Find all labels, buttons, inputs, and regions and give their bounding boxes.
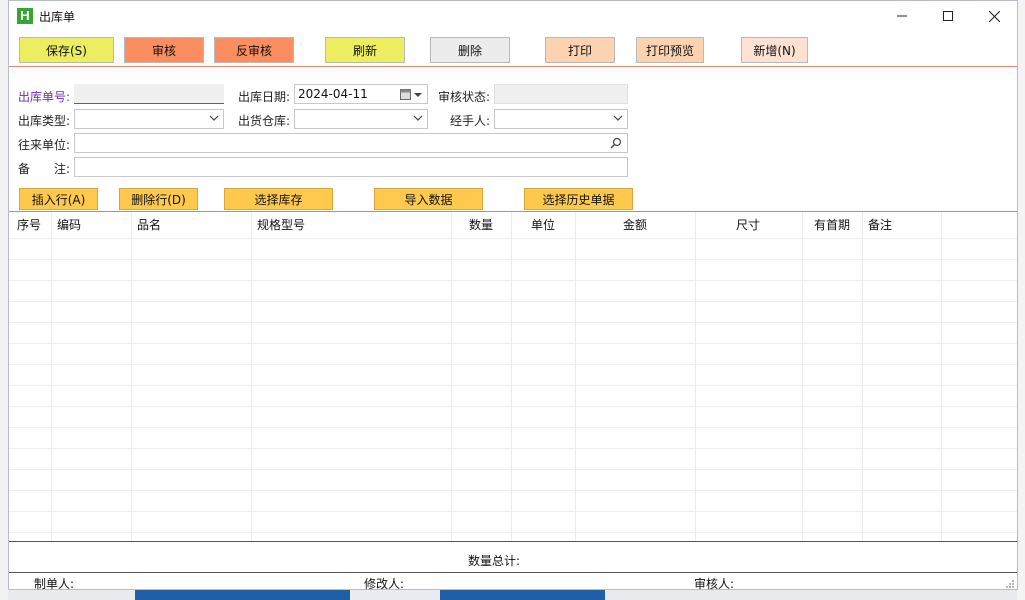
grid-row-line <box>9 490 1017 491</box>
remark-label: 备 注: <box>18 162 71 176</box>
total-bar: 数量总计: <box>9 541 1017 573</box>
grid-column-divider <box>695 212 696 541</box>
grid-row-line <box>9 343 1017 344</box>
out-date-picker[interactable]: 2024-04-11 <box>294 84 428 104</box>
column-header-qty[interactable]: 数量 <box>469 212 493 238</box>
maximize-icon <box>943 11 953 21</box>
print-button[interactable]: 打印 <box>545 37 615 63</box>
search-icon <box>610 137 622 149</box>
warehouse-label: 出货仓库: <box>238 114 291 128</box>
out-type-label: 出库类型: <box>18 114 71 128</box>
out-date-value: 2024-04-11 <box>298 87 368 101</box>
column-header-size[interactable]: 尺寸 <box>736 212 760 238</box>
delete-button[interactable]: 删除 <box>430 37 510 63</box>
column-header-seq[interactable]: 序号 <box>17 212 41 238</box>
minimize-button[interactable] <box>879 1 925 31</box>
grid-row-line <box>9 301 1017 302</box>
audit-status-field <box>494 84 628 104</box>
grid-row-line <box>9 406 1017 407</box>
detail-grid[interactable]: 序号 编码 品名 规格型号 数量 单位 金额 尺寸 有首期 备注 <box>9 211 1017 541</box>
desktop-left-strip <box>0 0 8 600</box>
order-no-label: 出库单号: <box>18 90 71 104</box>
grid-column-divider <box>511 212 512 541</box>
remark-input[interactable] <box>74 157 628 177</box>
grid-column-divider <box>251 212 252 541</box>
close-button[interactable] <box>971 1 1017 31</box>
partner-label: 往来单位: <box>18 138 71 152</box>
insert-row-button[interactable]: 插入行(A) <box>19 188 98 210</box>
window-title: 出库单 <box>39 9 76 24</box>
app-logo-icon: H <box>17 8 33 24</box>
window-controls <box>879 1 1017 31</box>
handler-label: 经手人: <box>450 114 491 128</box>
new-button[interactable]: 新增(N) <box>741 37 808 63</box>
modifier-label: 修改人: <box>364 577 405 591</box>
column-header-first-period[interactable]: 有首期 <box>814 212 850 238</box>
grid-column-divider <box>575 212 576 541</box>
auditor-label: 审核人: <box>694 577 735 591</box>
import-data-button[interactable]: 导入数据 <box>374 188 483 210</box>
maximize-button[interactable] <box>925 1 971 31</box>
print-preview-button[interactable]: 打印预览 <box>636 37 704 63</box>
chevron-down-icon <box>209 115 219 121</box>
maker-label: 制单人: <box>34 577 75 591</box>
title-bar[interactable]: H 出库单 <box>9 1 1017 31</box>
out-type-select[interactable] <box>74 109 224 129</box>
column-header-name[interactable]: 品名 <box>137 212 161 238</box>
column-header-unit[interactable]: 单位 <box>531 212 555 238</box>
resize-grip-icon <box>1006 580 1014 588</box>
outbound-order-window: H 出库单 保存(S) 审核 反审核 刷新 删除 打印 打印预览 新增(N) 出… <box>8 0 1018 591</box>
grid-row-line <box>9 469 1017 470</box>
column-header-code[interactable]: 编码 <box>57 212 81 238</box>
total-qty-label: 数量总计: <box>468 554 521 568</box>
column-header-remark[interactable]: 备注 <box>868 212 892 238</box>
refresh-button[interactable]: 刷新 <box>325 37 405 63</box>
out-date-label: 出库日期: <box>238 90 291 104</box>
calendar-icon <box>400 89 411 100</box>
audit-status-label: 审核状态: <box>438 90 491 104</box>
grid-column-divider <box>131 212 132 541</box>
save-button[interactable]: 保存(S) <box>19 37 114 63</box>
column-header-spec[interactable]: 规格型号 <box>257 212 305 238</box>
grid-column-divider <box>941 212 942 541</box>
unaudit-button[interactable]: 反审核 <box>214 37 294 63</box>
close-icon <box>988 10 1000 22</box>
handler-select[interactable] <box>494 109 628 129</box>
audit-button[interactable]: 审核 <box>124 37 204 63</box>
grid-row-line <box>9 364 1017 365</box>
grid-row-line <box>9 259 1017 260</box>
grid-row-line <box>9 532 1017 533</box>
grid-column-divider <box>862 212 863 541</box>
grid-row-line <box>9 322 1017 323</box>
partner-search-field[interactable] <box>74 133 628 153</box>
chevron-down-icon <box>414 93 422 97</box>
grid-row-line <box>9 238 1017 239</box>
status-bar: 制单人: 修改人: 审核人: <box>9 574 1017 591</box>
chevron-down-icon <box>613 115 623 121</box>
warehouse-select[interactable] <box>294 109 428 129</box>
grid-row-line <box>9 280 1017 281</box>
grid-row-line <box>9 427 1017 428</box>
desktop-right-strip <box>1017 0 1025 600</box>
grid-row-line <box>9 448 1017 449</box>
select-stock-button[interactable]: 选择库存 <box>224 188 333 210</box>
grid-column-divider <box>51 212 52 541</box>
column-header-amount[interactable]: 金额 <box>623 212 647 238</box>
grid-row-line <box>9 511 1017 512</box>
toolbar: 保存(S) 审核 反审核 刷新 删除 打印 打印预览 新增(N) <box>9 31 1017 67</box>
grid-column-divider <box>802 212 803 541</box>
select-history-button[interactable]: 选择历史单据 <box>524 188 633 210</box>
chevron-down-icon <box>413 115 423 121</box>
grid-row-line <box>9 385 1017 386</box>
order-no-field[interactable] <box>74 84 224 104</box>
grid-column-divider <box>451 212 452 541</box>
delete-row-button[interactable]: 删除行(D) <box>119 188 198 210</box>
minimize-icon <box>897 15 907 17</box>
